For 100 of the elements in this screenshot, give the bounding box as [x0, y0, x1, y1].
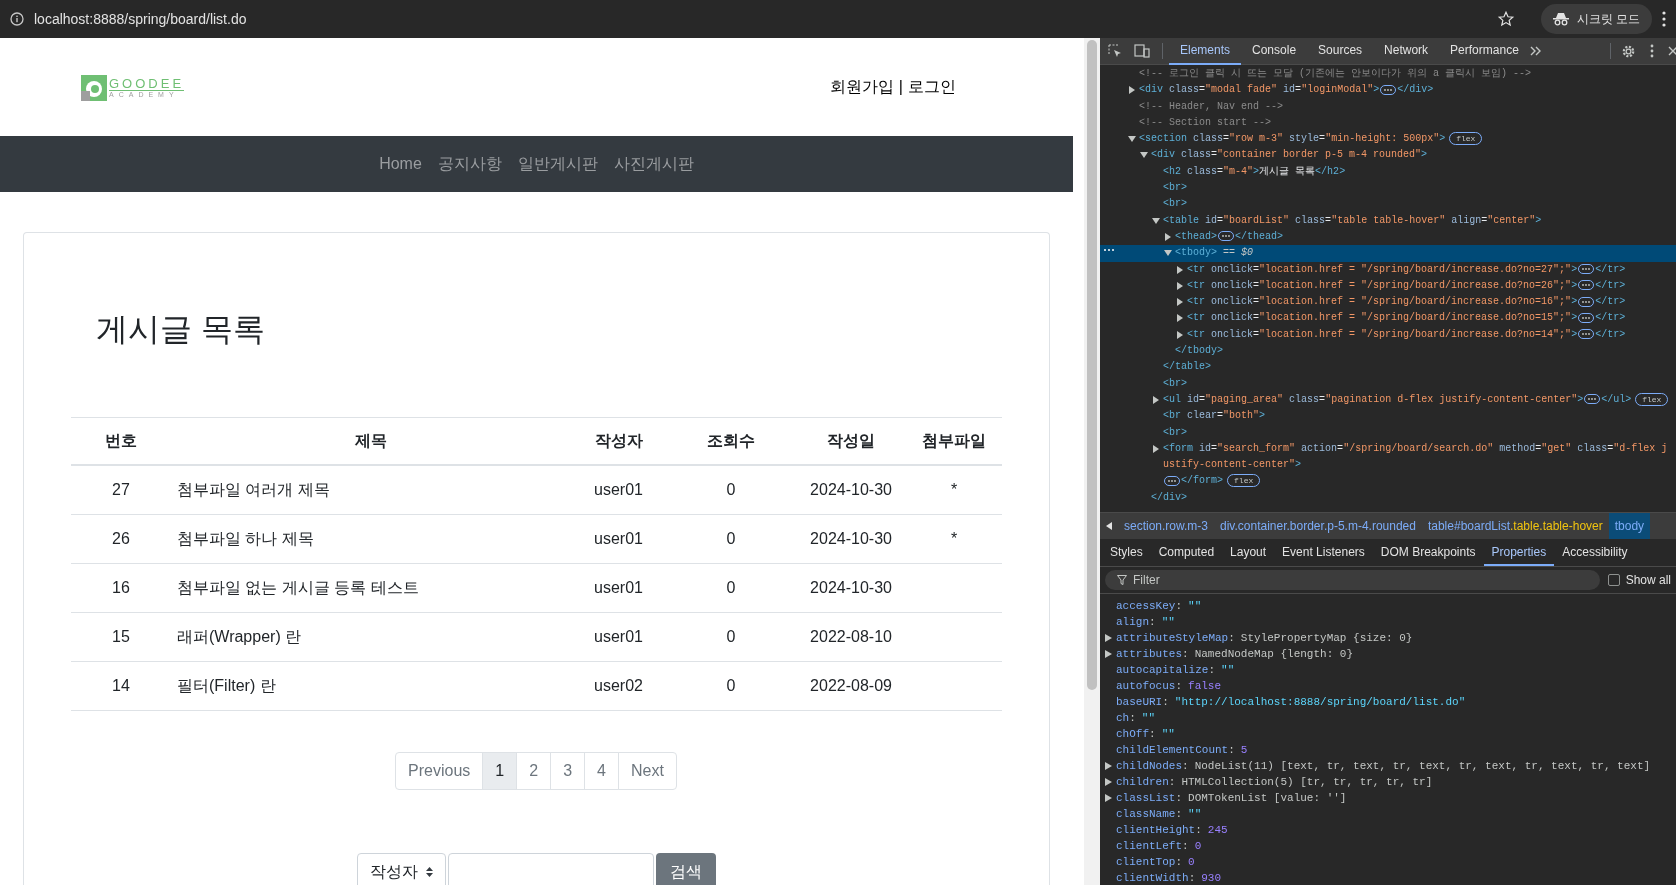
devtools-tab[interactable]: Performance [1439, 37, 1530, 65]
sidebar-pane-tab[interactable]: Properties [1483, 539, 1555, 566]
scroll-left-icon[interactable] [1106, 522, 1112, 530]
page-button[interactable]: 3 [550, 752, 586, 790]
collapsed-triangle-icon[interactable] [1105, 650, 1112, 658]
page-button[interactable]: Next [618, 752, 677, 790]
sidebar-pane-tab[interactable]: Computed [1150, 539, 1223, 566]
colon-text: : [1182, 840, 1189, 852]
sidebar-pane-tab[interactable]: Accessibility [1554, 539, 1636, 566]
more-tabs-icon[interactable] [1529, 46, 1542, 56]
nav-link[interactable]: 일반게시판 [517, 152, 598, 176]
nav-link[interactable]: 사진게시판 [613, 152, 694, 176]
collapsed-triangle-icon[interactable] [1105, 634, 1112, 642]
code-text: <tr onclick="location.href = "/spring/board/increase.do?no=26";"> [1187, 279, 1578, 291]
show-all-checkbox[interactable] [1607, 574, 1620, 586]
collapsed-triangle-icon[interactable] [1176, 281, 1184, 290]
page-button[interactable]: 1 [482, 752, 518, 790]
code-text: <ul id="paging_area" class="pagination d-flex justify-content-center"> [1163, 393, 1584, 405]
ellipsis-icon [1582, 267, 1591, 270]
code-text: </thead> [1235, 230, 1284, 242]
property-name: clientLeft [1116, 840, 1182, 852]
device-toolbar-icon[interactable] [1134, 44, 1150, 58]
expanded-triangle-icon[interactable] [1128, 135, 1136, 144]
collapsed-triangle-icon[interactable] [1152, 444, 1160, 453]
collapsed-triangle-icon[interactable] [1128, 86, 1136, 95]
collapsed-triangle-icon[interactable] [1164, 232, 1172, 241]
selected-node-row[interactable]: <tbody> == $0 [1100, 245, 1676, 262]
breadcrumb-item[interactable]: table#boardList.table.table-hover [1421, 513, 1609, 539]
login-link[interactable]: 로그인 [908, 75, 956, 99]
code-text: </tr> [1595, 296, 1626, 308]
code-text: <tbody> [1175, 247, 1218, 259]
breadcrumb-item[interactable]: tbody [1608, 513, 1651, 539]
expanded-triangle-icon[interactable] [1164, 249, 1172, 258]
property-name: clientWidth [1116, 872, 1189, 884]
collapsed-triangle-icon[interactable] [1176, 314, 1184, 323]
column-header: 조회수 [706, 431, 756, 451]
star-icon[interactable] [1496, 10, 1515, 28]
table-cell-text: 0 [725, 529, 737, 549]
expanded-triangle-icon[interactable] [1140, 151, 1148, 160]
property-value: "" [1161, 728, 1175, 740]
property-name: chOff [1116, 728, 1149, 740]
table-row[interactable]: 27 첨부파일 여러개 제목 user01 0 2024-10-30 * [71, 466, 1002, 515]
table-row[interactable]: 26 첨부파일 하나 제목 user01 0 2024-10-30 * [71, 515, 1002, 564]
sidebar-pane-tab[interactable]: Styles [1102, 539, 1151, 566]
nav-link[interactable]: Home [379, 152, 422, 176]
collapsed-triangle-icon[interactable] [1105, 794, 1112, 802]
kebab-menu-icon[interactable] [1650, 44, 1654, 58]
ellipsis-icon [1582, 333, 1591, 336]
url-field[interactable]: localhost:8888/spring/board/list.do [34, 8, 1487, 30]
expanded-triangle-icon[interactable] [1152, 216, 1160, 225]
signup-link[interactable]: 회원가입 [829, 75, 894, 99]
sidebar-pane-tab[interactable]: DOM Breakpoints [1372, 539, 1484, 566]
collapsed-triangle-icon[interactable] [1176, 265, 1184, 274]
devtools-tab[interactable]: Network [1373, 37, 1440, 65]
search-input-field[interactable] [448, 853, 654, 885]
property-value: "" [1161, 616, 1175, 628]
settings-icon[interactable] [1621, 43, 1636, 59]
node-reference-label: == $0 [1223, 247, 1254, 259]
info-icon[interactable] [10, 12, 24, 26]
inspect-element-icon[interactable] [1108, 44, 1122, 58]
colon-text: : [1149, 728, 1156, 740]
incognito-profile-button[interactable]: 시크릿 모드 [1540, 4, 1652, 34]
property-name: accessKey [1116, 600, 1176, 612]
devtools-tab[interactable]: Sources [1307, 37, 1374, 65]
page-button[interactable]: Previous [395, 752, 484, 790]
close-icon[interactable] [1668, 46, 1676, 56]
filter-field[interactable]: Filter [1105, 570, 1600, 590]
code-text: </tr> [1595, 312, 1626, 324]
devtools-tab[interactable]: Elements [1169, 37, 1242, 65]
table-row[interactable]: 16 첨부파일 없는 게시글 등록 테스트 user01 0 2024-10-30 [71, 564, 1002, 613]
search-type-select[interactable]: 작성자 [357, 853, 446, 885]
colon-text: : [1175, 856, 1183, 868]
code-text: <tr onclick="location.href = "/spring/board/increase.do?no=14";"> [1187, 328, 1578, 340]
page-button[interactable]: 4 [584, 752, 619, 790]
sidebar-pane-tab[interactable]: Layout [1222, 539, 1275, 566]
colon-text: : [1175, 792, 1183, 804]
table-cell-text: 14 [111, 676, 131, 696]
collapsed-triangle-icon[interactable] [1105, 762, 1112, 770]
collapsed-triangle-icon[interactable] [1176, 298, 1184, 307]
table-cell-text: 2024-10-30 [809, 480, 893, 500]
collapsed-triangle-icon[interactable] [1152, 395, 1160, 404]
scrollbar[interactable] [1084, 38, 1100, 885]
property-value: "" [1188, 808, 1202, 820]
collapsed-triangle-icon[interactable] [1105, 778, 1112, 786]
search-button[interactable]: 검색 [656, 853, 716, 885]
column-header: 제목 [354, 431, 388, 451]
kebab-menu-icon[interactable] [1662, 11, 1666, 27]
breadcrumb-item[interactable]: div.container.border.p-5.m-4.rounded [1214, 513, 1422, 539]
sidebar-pane-tab[interactable]: Event Listeners [1274, 539, 1373, 566]
table-row[interactable]: 15 래퍼(Wrapper) 란 user01 0 2022-08-10 [71, 613, 1002, 662]
table-cell-text: 2024-10-30 [809, 578, 893, 598]
code-text: <div class="modal fade" id="loginModal"> [1139, 84, 1380, 96]
table-cell-text: 15 [111, 627, 131, 647]
page-button[interactable]: 2 [516, 752, 552, 790]
table-row[interactable]: 14 필터(Filter) 란 user02 0 2022-08-09 [71, 662, 1002, 711]
breadcrumb-item[interactable]: section.row.m-3 [1118, 513, 1215, 539]
nav-link[interactable]: 공지사항 [437, 152, 502, 176]
devtools-tab[interactable]: Console [1241, 37, 1308, 65]
column-header: 작성자 [593, 431, 644, 451]
collapsed-triangle-icon[interactable] [1176, 330, 1184, 339]
